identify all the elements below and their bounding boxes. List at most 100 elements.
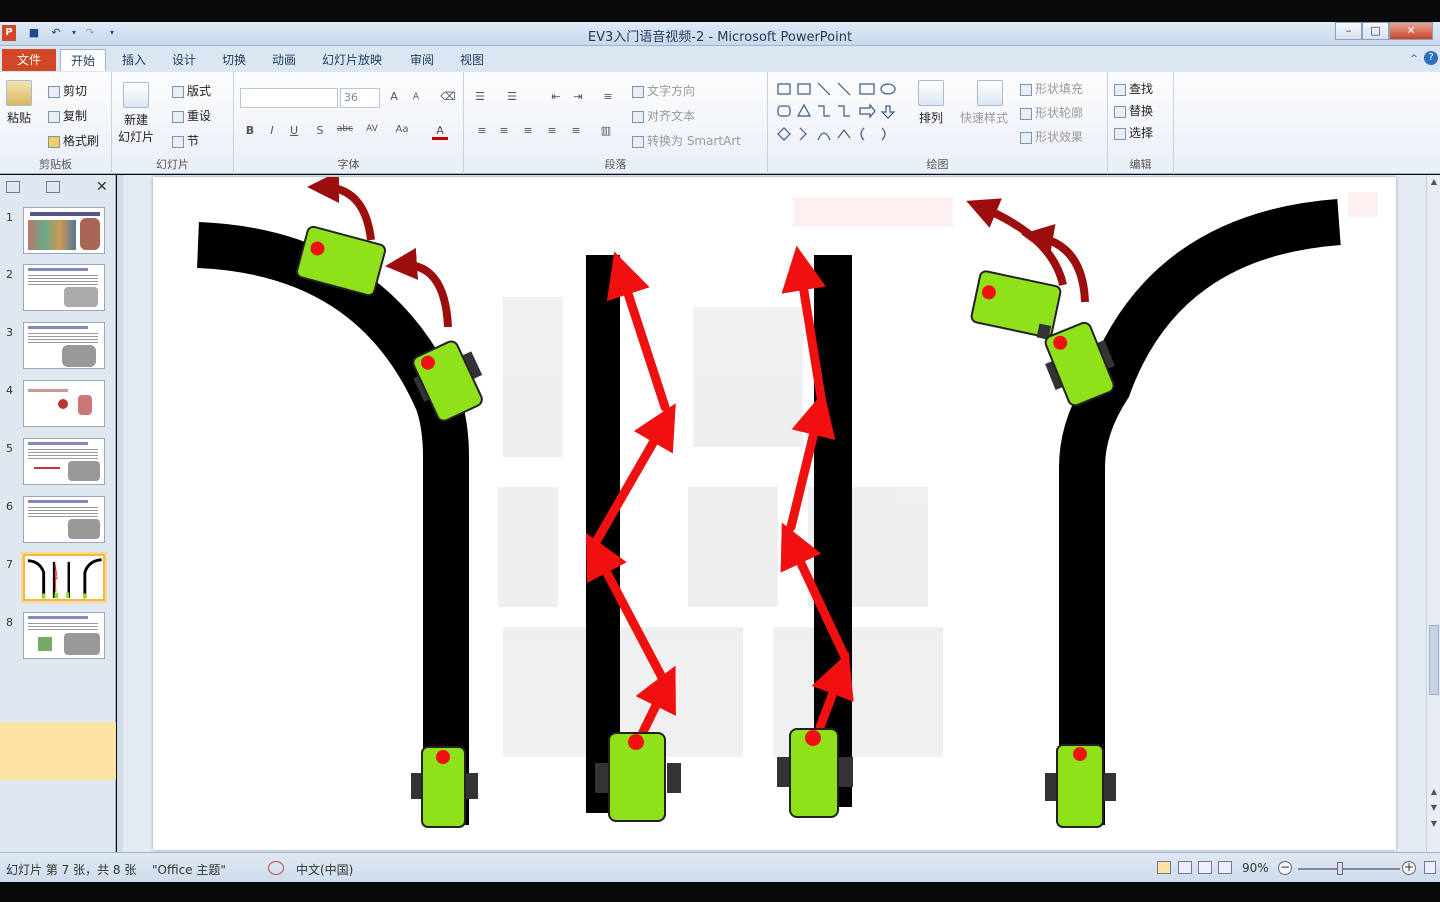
arrange-button[interactable]: 排列 (918, 80, 944, 126)
find-button[interactable]: 查找 (1114, 80, 1153, 97)
redo-icon[interactable]: ↷ (82, 25, 98, 41)
smartart-button[interactable]: 转换为 SmartArt (632, 132, 741, 149)
tab-transitions[interactable]: 切换 (212, 49, 256, 71)
outline-tab-icon[interactable] (46, 181, 60, 193)
tab-home[interactable]: 开始 (60, 49, 107, 71)
font-name-combo[interactable] (240, 88, 338, 108)
robot-right-top (970, 270, 1062, 340)
reset-button[interactable]: 重设 (172, 107, 211, 124)
help-icon[interactable]: ? (1424, 51, 1438, 65)
numbering-icon[interactable]: ☰ (504, 90, 520, 103)
align-center-icon[interactable]: ≡ (496, 124, 512, 137)
window-title: EV3入门语音视频-2 - Microsoft PowerPoint (587, 30, 853, 45)
tab-file[interactable]: 文件 (2, 49, 56, 71)
tab-design[interactable]: 设计 (162, 49, 206, 71)
slideshow-view-icon[interactable] (1218, 861, 1232, 874)
slide-thumbnail-6[interactable] (23, 496, 105, 543)
thumb-heading (28, 389, 68, 392)
distributed-icon[interactable]: ≡ (568, 124, 584, 137)
shadow-button[interactable]: S (312, 124, 328, 137)
zoom-out-icon[interactable]: − (1278, 861, 1292, 875)
tab-view[interactable]: 视图 (450, 49, 494, 71)
zoom-slider[interactable] (1298, 868, 1400, 870)
language-status[interactable]: 中文(中国) (296, 861, 353, 878)
font-size-combo[interactable]: 36 (340, 88, 380, 108)
cut-button[interactable]: 剪切 (48, 82, 87, 99)
slides-tab-icon[interactable] (6, 181, 20, 193)
tab-review[interactable]: 审阅 (400, 49, 444, 71)
slide-sorter-icon[interactable] (1178, 861, 1192, 874)
reading-view-icon[interactable] (1198, 861, 1212, 874)
zoom-slider-thumb[interactable] (1337, 862, 1343, 875)
vertical-scrollbar[interactable]: ▲ ▲ ▼ ▼ (1426, 175, 1440, 852)
slide-thumbnail-3[interactable] (23, 322, 105, 369)
section-button[interactable]: 节 (172, 132, 199, 149)
slide-canvas[interactable] (153, 177, 1396, 850)
font-color-button[interactable]: A (432, 124, 448, 140)
normal-view-icon[interactable] (1157, 861, 1171, 874)
shrink-font-button[interactable]: A (408, 92, 424, 102)
strikethrough-button[interactable]: abc (334, 124, 356, 134)
slide-thumbnail-2[interactable] (23, 264, 105, 311)
maximize-button[interactable]: □ (1362, 22, 1389, 40)
line-spacing-icon[interactable]: ≡ (600, 90, 616, 103)
slide-thumbnail-1[interactable] (23, 207, 105, 254)
close-button[interactable]: ✕ (1389, 22, 1433, 40)
group-paragraph: ☰ ☰ ⇤ ⇥ ≡ ≡ ≡ ≡ ≡ ≡ ▥ 文字方向 对齐文本 转换为 Smar… (464, 72, 768, 174)
thumb-heading (28, 616, 88, 619)
theme-status[interactable]: "Office 主题" (152, 861, 226, 878)
underline-button[interactable]: U (286, 124, 302, 137)
spellcheck-icon[interactable] (268, 861, 284, 875)
layout-button[interactable]: 版式 (172, 82, 211, 99)
char-spacing-button[interactable]: AV (362, 124, 382, 134)
quick-styles-button[interactable]: 快速样式 (960, 80, 1008, 126)
align-text-button[interactable]: 对齐文本 (632, 107, 695, 124)
prev-slide-icon[interactable]: ▲ (1429, 787, 1439, 799)
text-direction-button[interactable]: 文字方向 (632, 82, 695, 99)
increase-indent-icon[interactable]: ⇥ (570, 90, 586, 103)
shape-effects-button[interactable]: 形状效果 (1020, 128, 1083, 145)
slide-thumbnail-7[interactable] (21, 552, 107, 603)
change-case-button[interactable]: Aa (392, 124, 412, 135)
copy-button[interactable]: 复制 (48, 107, 87, 124)
bullets-icon[interactable]: ☰ (472, 90, 488, 103)
minimize-button[interactable]: – (1335, 22, 1362, 40)
scroll-down-icon[interactable]: ▼ (1429, 819, 1439, 831)
justify-icon[interactable]: ≡ (544, 124, 560, 137)
bold-button[interactable]: B (242, 124, 258, 137)
text-direction-label: 文字方向 (647, 84, 696, 98)
next-slide-icon[interactable]: ▼ (1429, 803, 1439, 815)
undo-dropdown-icon[interactable]: ▾ (66, 25, 82, 41)
italic-button[interactable]: I (264, 124, 280, 137)
columns-icon[interactable]: ▥ (598, 124, 614, 137)
select-button[interactable]: 选择 (1114, 124, 1153, 141)
save-icon[interactable]: ■ (26, 25, 42, 41)
shape-outline-button[interactable]: 形状轮廓 (1020, 104, 1083, 121)
minimize-ribbon-icon[interactable]: ^ (1406, 51, 1422, 67)
shape-fill-button[interactable]: 形状填充 (1020, 80, 1083, 97)
scroll-thumb[interactable] (1429, 625, 1439, 695)
scroll-up-icon[interactable]: ▲ (1429, 177, 1439, 189)
new-slide-button[interactable]: 新建 幻灯片 (118, 82, 154, 145)
close-pane-icon[interactable]: ✕ (96, 179, 108, 195)
zoom-in-icon[interactable]: + (1402, 861, 1416, 875)
tab-insert[interactable]: 插入 (112, 49, 156, 71)
customize-qat-icon[interactable]: ▾ (104, 25, 120, 41)
grow-font-button[interactable]: A (386, 90, 402, 103)
slide-thumbnail-4[interactable] (23, 380, 105, 427)
tab-animations[interactable]: 动画 (262, 49, 306, 71)
align-right-icon[interactable]: ≡ (520, 124, 536, 137)
replace-button[interactable]: 替换 (1114, 102, 1153, 119)
slide-thumbnail-8[interactable] (23, 612, 105, 659)
decrease-indent-icon[interactable]: ⇤ (548, 90, 564, 103)
zoom-level[interactable]: 90% (1242, 861, 1269, 875)
align-left-icon[interactable]: ≡ (474, 124, 490, 137)
undo-icon[interactable]: ↶ (48, 25, 64, 41)
clear-format-icon[interactable]: ⌫ (440, 90, 456, 103)
slide-thumbnail-5[interactable] (23, 438, 105, 485)
tab-slideshow[interactable]: 幻灯片放映 (312, 49, 392, 71)
format-painter-button[interactable]: 格式刷 (48, 132, 99, 149)
shapes-gallery[interactable] (774, 78, 910, 144)
fit-to-window-icon[interactable] (1424, 861, 1436, 874)
paste-button[interactable]: 粘贴 (6, 80, 32, 126)
